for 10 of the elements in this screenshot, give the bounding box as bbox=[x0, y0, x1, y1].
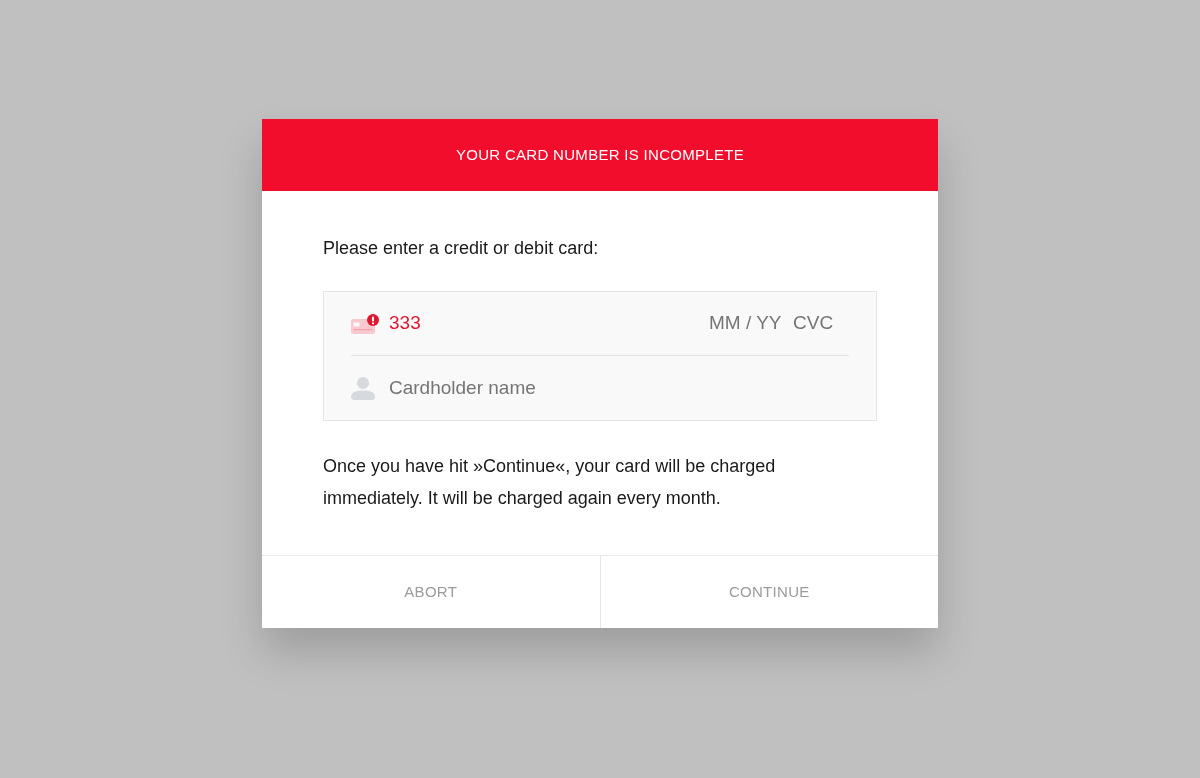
person-icon bbox=[351, 376, 375, 400]
cardholder-name-field[interactable]: Cardholder name bbox=[389, 374, 849, 402]
billing-notice: Once you have hit »Continue«, your card will be charged immediately. It will be charged again every month. bbox=[323, 455, 777, 510]
card-number-field[interactable]: 333 bbox=[389, 309, 709, 338]
cvc-field[interactable]: CVC bbox=[793, 309, 849, 338]
abort-button[interactable]: ABORT bbox=[262, 556, 600, 628]
card-prompt: Please enter a credit or debit card: bbox=[323, 237, 599, 260]
error-message: YOUR CARD NUMBER IS INCOMPLETE bbox=[455, 144, 745, 165]
continue-button[interactable]: CONTINUE bbox=[599, 556, 938, 628]
expiry-field[interactable]: MM / YY bbox=[709, 309, 789, 338]
